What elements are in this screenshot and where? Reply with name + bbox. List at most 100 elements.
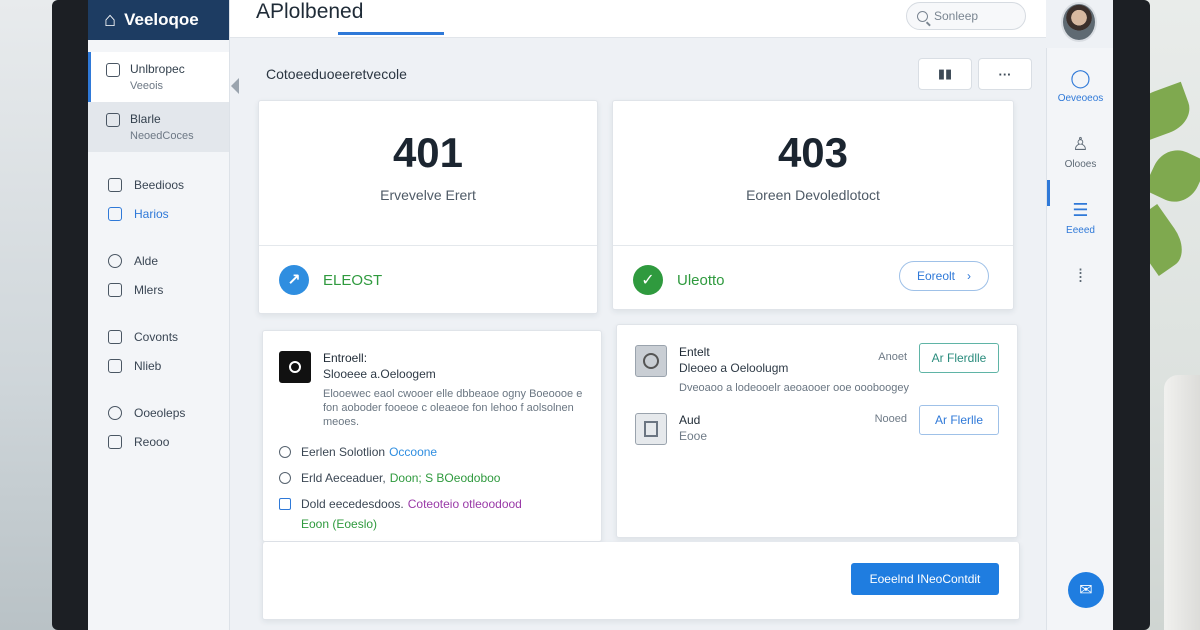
- background-room-left: [0, 0, 60, 630]
- sidebar-item-label: Alde: [134, 253, 159, 268]
- sidebar-item-label: Mlers: [134, 282, 164, 297]
- error-card-401[interactable]: 401 Ervevelve Erert ↗ ELEOST: [258, 100, 598, 314]
- home-outline-icon: [108, 178, 122, 192]
- sidebar-nav: Unlbropec Veeois Blarle NeoedCoces Beedi…: [88, 40, 239, 456]
- option-tag: Doon; S BOeodoboo: [389, 471, 501, 485]
- app-row[interactable]: Entelt Dleoeo a Oeloolugm Dveoaoo a lode…: [635, 345, 909, 395]
- sidebar-item-text: Blarle NeoedCoces: [130, 112, 194, 142]
- chat-fab-button[interactable]: ✉: [1068, 572, 1104, 608]
- columns-icon: ▮▮: [937, 66, 953, 81]
- plant-pot: [1164, 375, 1200, 630]
- primary-action-label: Eoeelnd INeoContdit: [869, 572, 981, 586]
- sidebar-item-text: Unlbropec Veeois: [130, 62, 185, 92]
- app-subtitle: Dleoeo a Oeloolugm: [679, 361, 789, 375]
- search-placeholder: Sonleep: [934, 9, 979, 23]
- sidebar-item-label: Harios: [134, 206, 169, 221]
- sidebar-item-label: Beedioos: [134, 177, 185, 192]
- more-options-button[interactable]: ···: [978, 58, 1032, 90]
- rail-item-label: Eeeed: [1066, 225, 1095, 236]
- columns-button[interactable]: ▮▮: [918, 58, 972, 90]
- panel-text: Entroell: Slooeee a.Oeloogem Elooewec ea…: [323, 351, 585, 429]
- status-label: Uleotto: [677, 271, 725, 289]
- sidebar-item[interactable]: Ooeoleps: [88, 398, 229, 427]
- rail-item[interactable]: ☰ Eeeed: [1047, 200, 1113, 236]
- avatar[interactable]: [1061, 2, 1097, 42]
- sidebar-item[interactable]: Mlers: [88, 275, 229, 304]
- sidebar-item[interactable]: Nlieb: [88, 351, 229, 380]
- app-action-button[interactable]: Ar Flerdlle: [919, 343, 999, 373]
- sidebar-item-secondary[interactable]: Blarle NeoedCoces: [88, 102, 229, 152]
- user-icon: ♙: [1072, 134, 1089, 154]
- app-title: Aud: [679, 413, 701, 427]
- arrow-icon: ↗: [279, 265, 309, 295]
- logo-ring: [289, 361, 301, 373]
- plant-leaf: [1143, 142, 1200, 210]
- app-subtitle: Eooe: [679, 429, 708, 443]
- rail-item[interactable]: ◯ Oeveoeos: [1047, 68, 1113, 104]
- checkbox[interactable]: [279, 498, 291, 510]
- error-code: 403: [777, 129, 849, 176]
- option-row[interactable]: Eerlen Solotlion Occoone: [279, 445, 585, 459]
- radio-button[interactable]: [279, 446, 291, 458]
- message-icon: ✉: [1079, 582, 1093, 599]
- primary-action-button[interactable]: Eoeelnd INeoContdit: [851, 563, 999, 595]
- error-description: Eoreen Devoledlotoct: [746, 187, 880, 203]
- content-icon: [108, 330, 122, 344]
- sidebar-item[interactable]: Covonts: [88, 322, 229, 351]
- error-code: 401: [392, 129, 464, 176]
- app-row-text: Entelt Dleoeo a Oeloolugm Dveoaoo a lode…: [679, 345, 909, 395]
- option-tag: Coteoteio otleoodood: [407, 497, 522, 511]
- home-icon: ⌂: [104, 8, 117, 31]
- error-card-403[interactable]: 403 Eoreen Devoledlotoct ✓ Uleotto Eoreo…: [612, 100, 1014, 310]
- sidebar-item[interactable]: Reooo: [88, 427, 229, 456]
- brand-bar[interactable]: ⌂ Veeloqoe: [88, 0, 229, 40]
- sidebar-item[interactable]: Alde: [88, 246, 229, 275]
- chevron-right-icon: ›: [967, 269, 972, 283]
- sidebar-item[interactable]: Harios: [88, 199, 229, 228]
- right-rail: ◯ Oeveoeos ♙ Olooes ☰ Eeeed ⁞: [1046, 48, 1113, 630]
- shield-icon: [108, 359, 122, 373]
- app-list-panel: Entelt Dleoeo a Oeloolugm Dveoaoo a lode…: [616, 324, 1018, 538]
- sidebar-item-sublabel: Veeois: [130, 80, 164, 92]
- option-row[interactable]: Dold eecedesdoos. Coteoteio otleoodood: [279, 497, 585, 511]
- help-icon: [108, 406, 122, 420]
- option-tag: Occoone: [389, 445, 438, 459]
- rail-item[interactable]: ⁞: [1047, 266, 1113, 291]
- rail-item[interactable]: ♙ Olooes: [1047, 134, 1113, 170]
- sidebar-item[interactable]: Beedioos: [88, 170, 229, 199]
- section-title: Cotoeeduoeeretvecole: [266, 66, 407, 82]
- option-row[interactable]: Erld Aeceaduer, Doon; S BOeodoboo: [279, 471, 585, 485]
- card-divider: [613, 245, 1013, 246]
- option-note: Eoon (Eoeslo): [301, 517, 378, 531]
- app-row[interactable]: Aud Eooe: [635, 413, 707, 445]
- settings-icon: [108, 283, 122, 297]
- option-label: Eerlen Solotlion: [301, 445, 386, 459]
- app-action-button[interactable]: Ar Flerlle: [919, 405, 999, 435]
- sidebar-item-label: Nlieb: [134, 358, 162, 373]
- sidebar-item-primary[interactable]: Unlbropec Veeois: [88, 52, 239, 102]
- app-thumbnail-icon: [635, 345, 667, 377]
- check-icon: ✓: [633, 265, 663, 295]
- status-label: ELEOST: [323, 271, 383, 289]
- list-icon: ☰: [1072, 200, 1089, 220]
- folder-icon: [106, 113, 120, 127]
- app-meta: Nooed: [874, 413, 907, 425]
- app-meta: Anoet: [878, 351, 907, 363]
- app-title: Entelt: [679, 345, 710, 359]
- app-description: Dveoaoo a lodeooelr aeoaooer ooe oooboog…: [679, 382, 909, 394]
- panel-header: Entroell: Slooeee a.Oeloogem Elooewec ea…: [279, 351, 585, 429]
- more-icon: ···: [998, 66, 1012, 82]
- card-action-button[interactable]: Eoreolt ›: [899, 261, 989, 291]
- document-glyph: [644, 421, 658, 437]
- status-row: ✓ Uleotto: [633, 265, 725, 295]
- search-input[interactable]: Sonleep: [906, 2, 1026, 30]
- app-action-label: Ar Flerlle: [934, 413, 983, 427]
- info-icon: [108, 254, 122, 268]
- footer-panel: Eoeelnd INeoContdit: [262, 542, 1020, 620]
- app-thumbnail-icon: [635, 413, 667, 445]
- radio-button[interactable]: [279, 472, 291, 484]
- sidebar: ⌂ Veeloqoe Unlbropec Veeois Blarle Neoed…: [88, 0, 239, 630]
